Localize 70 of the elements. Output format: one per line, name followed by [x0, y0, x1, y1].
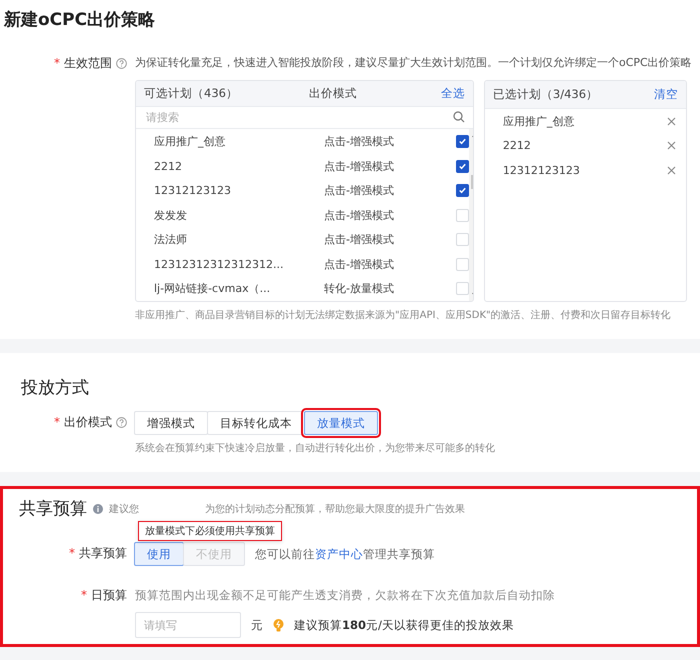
scope-note: 非应用推广、商品目录营销目标的计划无法绑定数据来源为"应用API、应用SDK"的激活、注册、付费和次日留存目标转化 — [135, 308, 672, 322]
checkmark-icon — [458, 137, 467, 146]
daily-budget-hint: 预算范围内出现金额不足可能产生透支消费，欠款将在下次充值加款后自动扣除 — [135, 587, 556, 604]
plan-name: 应用推广_创意 — [154, 134, 226, 150]
budget-hint: 为您的计划动态分配预算，帮助您最大限度的提升广告效果 — [205, 502, 465, 516]
panel-title: 已选计划（3/436） — [492, 87, 600, 102]
budget-note: 您可以前往资产中心管理共享预算 — [255, 546, 435, 562]
close-icon[interactable] — [667, 116, 676, 126]
panel-title: 可选计划（436） — [144, 86, 239, 101]
plan-row[interactable]: 法法师 点击-增强模式 — [136, 228, 469, 252]
budget-suggestion: 建议预算180元/天以获得更佳的投放效果 — [294, 618, 514, 632]
checkbox[interactable] — [456, 160, 469, 173]
required-mark: * — [81, 588, 87, 602]
plan-row[interactable]: 12312312312312312... 点击-增强模式 — [136, 252, 469, 276]
scrollbar[interactable] — [469, 128, 473, 301]
field-label: 日预算 — [91, 586, 127, 604]
page-title: 新建oCPC出价策略 — [0, 0, 700, 41]
plan-row[interactable]: 发发发 点击-增强模式 — [136, 203, 469, 228]
plan-name: 法法师 — [154, 232, 188, 248]
plan-name: lj-网站链接-cvmax（... — [154, 281, 272, 296]
column-header: 出价模式 — [309, 86, 358, 101]
bid-mode-cell-text: 点击-增强模式 — [324, 256, 395, 272]
plan-row[interactable]: lj-网站链接-cvmax（... 转化-放量模式 — [136, 276, 469, 301]
tooltip: 放量模式下必须使用共享预算 — [138, 521, 282, 541]
bid-mode-cell-text: 点击-增强模式 — [324, 183, 395, 198]
checkmark-icon — [458, 186, 467, 196]
plan-name: 12312123123 — [154, 184, 232, 198]
bid-mode-cell-text: 转化-放量模式 — [324, 281, 395, 296]
bid-mode-cell-text: 点击-增强模式 — [324, 208, 395, 223]
bid-mode-option[interactable]: 目标转化成本 — [207, 411, 305, 435]
section-title: 共享预算 — [19, 498, 87, 520]
help-icon[interactable] — [116, 58, 127, 68]
section-title: 投放方式 — [20, 377, 90, 400]
selected-plan: 12312123123 — [502, 164, 580, 177]
bid-mode-cell-text: 点击-增强模式 — [324, 232, 395, 248]
field-label: 出价模式 — [64, 414, 112, 430]
help-icon[interactable] — [116, 416, 127, 428]
plan-name: 12312312312312312... — [154, 258, 284, 271]
search-icon[interactable] — [452, 111, 465, 124]
info-icon — [93, 504, 103, 514]
required-mark: * — [54, 415, 60, 429]
bid-mode-cell-text: 点击-增强模式 — [324, 134, 395, 150]
checkbox[interactable] — [456, 135, 469, 148]
daily-budget-field[interactable]: 请填写 — [135, 612, 241, 638]
required-mark: * — [54, 56, 60, 70]
plan-row[interactable]: 2212 点击-增强模式 — [136, 154, 469, 178]
select-all-link[interactable]: 全选 — [440, 86, 465, 101]
checkbox[interactable] — [456, 184, 469, 198]
budget-option[interactable]: 使用 — [134, 542, 184, 566]
bid-mode-cell-text: 点击-增强模式 — [324, 158, 395, 174]
selected-plan: 2212 — [502, 139, 531, 152]
close-icon[interactable] — [667, 166, 676, 175]
selected-plan: 应用推广_创意 — [502, 114, 574, 129]
checkmark-icon — [458, 162, 467, 171]
mode-description: 系统会在预算约束下快速冷启放量，自动进行转化出价，为您带来尽可能多的转化 — [135, 442, 496, 455]
required-mark: * — [69, 546, 75, 560]
bid-mode-option[interactable]: 增强模式 — [134, 411, 208, 435]
plan-row[interactable]: 应用推广_创意 点击-增强模式 — [136, 130, 469, 154]
asset-center-link[interactable]: 资产中心 — [315, 546, 363, 560]
budget-hint: 建议您 — [109, 502, 139, 516]
clear-link[interactable]: 清空 — [654, 87, 678, 102]
plan-name: 发发发 — [154, 208, 188, 223]
field-label: 共享预算 — [79, 544, 127, 562]
bid-mode-option[interactable]: 放量模式 — [304, 411, 378, 435]
unit-label: 元 — [251, 618, 263, 632]
close-icon[interactable] — [667, 141, 676, 150]
field-label: 生效范围 — [64, 54, 112, 72]
plan-name: 2212 — [154, 160, 183, 173]
lightbulb-icon — [273, 618, 284, 632]
plan-row[interactable]: 12312123123 点击-增强模式 — [136, 178, 469, 203]
